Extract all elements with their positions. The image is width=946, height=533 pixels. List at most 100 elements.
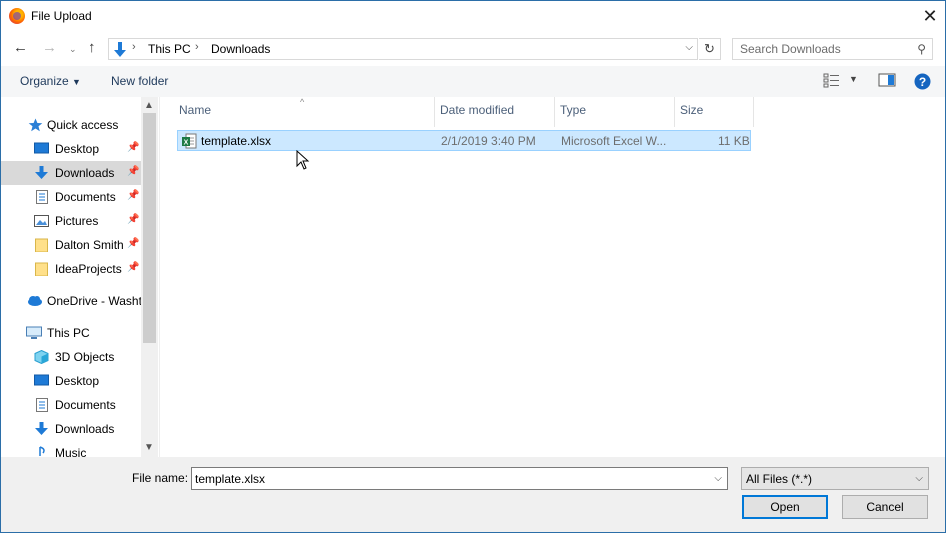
onedrive-cloud-icon [28, 296, 42, 306]
forward-arrow-icon[interactable]: → [42, 39, 57, 56]
search-input[interactable] [740, 40, 910, 58]
up-arrow-icon[interactable]: ↑ [88, 39, 96, 56]
nav-label: Pictures [55, 214, 99, 228]
nav-label: 3D Objects [55, 350, 115, 364]
column-header-date-modified[interactable]: Date modified [440, 103, 514, 123]
breadcrumb-this-pc[interactable]: This PC [148, 42, 191, 56]
nav-item-quick-access[interactable]: Quick access [1, 113, 141, 137]
pictures-icon [34, 215, 49, 227]
nav-label: IdeaProjects [55, 262, 122, 276]
command-bar: Organize ▼ New folder ▼ ? [1, 66, 945, 97]
documents-icon [36, 190, 48, 204]
column-divider[interactable] [434, 97, 435, 127]
column-divider[interactable] [753, 97, 754, 127]
column-divider[interactable] [554, 97, 555, 127]
file-name-input[interactable]: template.xlsx ⌵ [191, 467, 728, 490]
nav-item-music[interactable]: Music [1, 441, 141, 457]
sort-ascending-icon: ^ [300, 97, 305, 107]
file-name-dropdown-icon[interactable]: ⌵ [714, 473, 722, 484]
file-name-value: template.xlsx [195, 472, 266, 486]
chevron-down-icon: ⌵ [915, 473, 923, 484]
pin-icon: 📌 [127, 214, 140, 225]
3d-objects-icon [34, 350, 49, 364]
refresh-button[interactable]: ↻ [699, 38, 721, 60]
computer-icon [26, 326, 42, 339]
preview-pane-icon[interactable] [878, 72, 896, 88]
file-type: Microsoft Excel W... [561, 134, 667, 148]
organize-button[interactable]: Organize ▼ [20, 74, 81, 88]
nav-item-onedrive[interactable]: OneDrive - Washt [1, 289, 142, 313]
pin-icon: 📌 [127, 190, 140, 201]
music-icon [39, 446, 45, 456]
organize-label: Organize [20, 74, 69, 88]
scrollbar-thumb[interactable] [143, 113, 156, 343]
nav-item-downloads-pc[interactable]: Downloads [1, 417, 141, 441]
breadcrumb-downloads[interactable]: Downloads [211, 42, 270, 56]
nav-label: This PC [47, 326, 90, 340]
nav-item-3d-objects[interactable]: 3D Objects [1, 345, 141, 369]
star-icon [28, 118, 43, 132]
svg-text:X: X [184, 140, 189, 147]
help-icon[interactable]: ? [914, 73, 931, 90]
file-list-pane: ^ Name Date modified Type Size X templat… [159, 97, 945, 457]
nav-label: Documents [55, 190, 116, 204]
documents-icon [36, 398, 48, 412]
recent-locations-chevron-icon[interactable]: ⌄ [69, 44, 77, 55]
column-header-name[interactable]: Name [179, 103, 211, 123]
view-options-icon[interactable] [823, 72, 841, 88]
nav-scrollbar[interactable]: ▲ ▼ [141, 97, 158, 457]
scroll-down-arrow-icon[interactable]: ▼ [144, 442, 154, 453]
scroll-up-arrow-icon[interactable]: ▲ [144, 100, 154, 111]
nav-label: Desktop [55, 374, 100, 388]
downloads-folder-icon [114, 42, 126, 57]
nav-label: Downloads [55, 166, 115, 180]
nav-item-this-pc[interactable]: This PC [1, 321, 141, 345]
mouse-cursor-icon [296, 150, 310, 170]
file-name-label: File name: [132, 471, 189, 485]
nav-item-pictures[interactable]: Pictures 📌 [1, 209, 141, 233]
nav-label: Dalton Smith [55, 238, 124, 252]
navigation-pane: Quick access Desktop 📌 Downloads 📌 Docum… [1, 97, 159, 457]
nav-label: Desktop [55, 142, 100, 156]
column-header-size[interactable]: Size [680, 103, 703, 123]
nav-item-desktop[interactable]: Desktop 📌 [1, 137, 141, 161]
pin-icon: 📌 [127, 238, 140, 249]
column-divider[interactable] [674, 97, 675, 127]
back-arrow-icon[interactable]: ← [13, 39, 28, 56]
nav-item-desktop-pc[interactable]: Desktop [1, 369, 141, 393]
file-date-modified: 2/1/2019 3:40 PM [441, 134, 536, 148]
search-box[interactable]: ⚲ [732, 38, 933, 60]
firefox-icon [9, 8, 25, 24]
address-bar[interactable]: › This PC › Downloads ⌵ [108, 38, 698, 60]
file-row[interactable]: X template.xlsx 2/1/2019 3:40 PM Microso… [177, 130, 751, 151]
address-row: ← → ⌄ ↑ › This PC › Downloads ⌵ ↻ ⚲ [1, 35, 945, 63]
address-dropdown-icon[interactable]: ⌵ [685, 42, 693, 53]
column-header-type[interactable]: Type [560, 103, 586, 123]
desktop-icon [34, 142, 49, 154]
search-icon[interactable]: ⚲ [917, 42, 926, 56]
nav-item-documents-pc[interactable]: Documents [1, 393, 141, 417]
downloads-icon [35, 166, 48, 179]
nav-label: Music [55, 446, 87, 457]
excel-file-icon: X [182, 133, 197, 149]
close-button[interactable]: ✕ [915, 1, 945, 32]
desktop-icon [34, 374, 49, 386]
nav-label: Documents [55, 398, 116, 412]
cancel-button[interactable]: Cancel [842, 495, 928, 519]
nav-label: Quick access [47, 118, 119, 132]
pin-icon: 📌 [127, 166, 140, 177]
file-upload-dialog: File Upload ✕ ← → ⌄ ↑ › This PC › Downlo… [0, 0, 946, 533]
view-dropdown-icon[interactable]: ▼ [849, 74, 858, 84]
folder-icon [35, 238, 48, 252]
nav-item-downloads[interactable]: Downloads 📌 [1, 161, 141, 185]
nav-item-dalton-smith[interactable]: Dalton Smith 📌 [1, 233, 141, 257]
nav-item-ideaprojects[interactable]: IdeaProjects 📌 [1, 257, 141, 281]
file-type-filter-value: All Files (*.*) [746, 472, 813, 486]
nav-label: Downloads [55, 422, 115, 436]
new-folder-button[interactable]: New folder [111, 74, 168, 88]
file-type-filter-select[interactable]: All Files (*.*) ⌵ [741, 467, 929, 490]
open-button[interactable]: Open [742, 495, 828, 519]
pin-icon: 📌 [127, 262, 140, 273]
nav-item-documents[interactable]: Documents 📌 [1, 185, 141, 209]
breadcrumb-separator-icon: › [132, 41, 136, 53]
